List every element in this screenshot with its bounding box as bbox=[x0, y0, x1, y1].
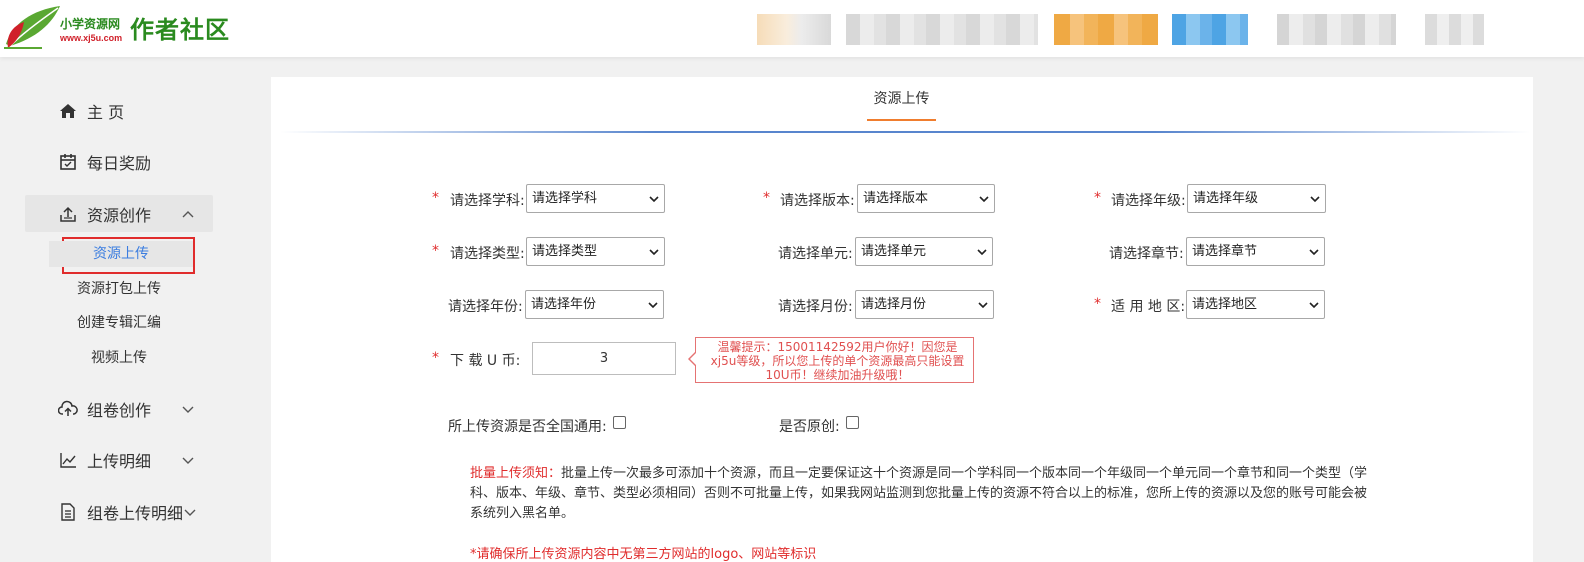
month-select-value: 请选择月份 bbox=[861, 297, 927, 312]
cloud-upload-icon bbox=[58, 399, 78, 419]
required-mark: * bbox=[1094, 296, 1101, 312]
chevron-down-icon bbox=[977, 249, 987, 256]
chevron-down-icon bbox=[979, 196, 989, 203]
chevron-down-icon bbox=[184, 509, 196, 516]
sidebar-subitem-create-album[interactable]: 创建专辑汇编 bbox=[0, 310, 238, 336]
home-icon bbox=[58, 101, 78, 121]
blurred-header-item[interactable] bbox=[1277, 14, 1396, 45]
sidebar-item-label: 组卷上传明细 bbox=[87, 504, 184, 523]
required-mark: * bbox=[432, 350, 439, 366]
tab-divider bbox=[280, 131, 1530, 133]
region-select-value: 请选择地区 bbox=[1192, 297, 1258, 312]
sidebar-subitem-batch-upload[interactable]: 资源打包上传 bbox=[0, 276, 238, 302]
tip-pointer-inner bbox=[690, 352, 697, 366]
logo-warning: *请确保所上传资源内容中无第三方网站的logo、网站等标识 bbox=[470, 547, 817, 562]
type-select[interactable]: 请选择类型 bbox=[526, 237, 665, 266]
version-select-value: 请选择版本 bbox=[863, 191, 929, 206]
chapter-select-value: 请选择章节 bbox=[1192, 244, 1258, 259]
grade-select-value: 请选择年级 bbox=[1193, 191, 1259, 206]
type-label: 请选择类型: bbox=[450, 246, 525, 262]
unit-select-value: 请选择单元 bbox=[861, 244, 927, 259]
version-label: 请选择版本: bbox=[780, 193, 855, 209]
national-label: 所上传资源是否全国通用: bbox=[448, 419, 607, 435]
required-mark: * bbox=[432, 243, 439, 259]
region-select[interactable]: 请选择地区 bbox=[1186, 290, 1325, 319]
blurred-header-item[interactable] bbox=[846, 14, 1038, 45]
chevron-down-icon bbox=[182, 406, 194, 413]
month-select[interactable]: 请选择月份 bbox=[855, 290, 994, 319]
chevron-down-icon bbox=[1309, 249, 1319, 256]
blurred-header-item[interactable] bbox=[1172, 14, 1248, 45]
sidebar-item-label: 主 页 bbox=[87, 103, 125, 122]
subject-label: 请选择学科: bbox=[450, 193, 525, 209]
sidebar-item-resource-creation[interactable]: 资源创作 bbox=[0, 195, 238, 233]
logo-url-text: www.xj5u.com bbox=[60, 33, 123, 43]
top-header: 小学资源网 www.xj5u.com 作者社区 bbox=[0, 0, 1584, 57]
sidebar-item-label: 资源创作 bbox=[87, 206, 152, 225]
chevron-down-icon bbox=[1309, 302, 1319, 309]
calendar-icon bbox=[58, 152, 78, 172]
chart-line-icon bbox=[58, 450, 78, 470]
blurred-header-item[interactable] bbox=[1054, 14, 1158, 45]
unit-label: 请选择单元: bbox=[778, 246, 853, 262]
sidebar-subitem-resource-upload[interactable]: 资源上传 bbox=[49, 241, 193, 267]
notice-text: 批量上传一次最多可添加十个资源，而且一定要保证这十个资源是同一个学科同一个版本同… bbox=[470, 466, 1368, 521]
notice-title: 批量上传须知： bbox=[470, 466, 562, 481]
blurred-header-item[interactable] bbox=[757, 14, 831, 45]
chapter-label: 请选择章节: bbox=[1109, 246, 1184, 262]
chevron-down-icon bbox=[649, 196, 659, 203]
logo-small-text: 小学资源网 bbox=[60, 17, 121, 31]
month-label: 请选择月份: bbox=[778, 299, 853, 315]
blurred-header-item[interactable] bbox=[1425, 14, 1484, 45]
subject-select-value: 请选择学科 bbox=[532, 191, 598, 206]
document-list-icon bbox=[58, 502, 78, 522]
type-select-value: 请选择类型 bbox=[532, 244, 598, 259]
upload-icon bbox=[58, 204, 78, 224]
year-label: 请选择年份: bbox=[448, 299, 523, 315]
required-mark: * bbox=[1094, 190, 1101, 206]
sidebar-item-upload-details[interactable]: 上传明细 bbox=[0, 441, 238, 479]
sidebar-item-daily-reward[interactable]: 每日奖励 bbox=[0, 143, 238, 181]
coin-tip: 温馨提示：15001142592用户你好！因您是xj5u等级，所以您上传的单个资… bbox=[695, 337, 974, 383]
leaf-logo-icon bbox=[4, 6, 60, 49]
sidebar-item-paper-creation[interactable]: 组卷创作 bbox=[0, 390, 238, 428]
sidebar-item-label: 每日奖励 bbox=[87, 154, 152, 173]
sidebar-item-label: 上传明细 bbox=[87, 452, 152, 471]
required-mark: * bbox=[763, 190, 770, 206]
sidebar-item-label: 组卷创作 bbox=[87, 401, 152, 420]
sidebar-subitem-video-upload[interactable]: 视频上传 bbox=[0, 345, 238, 371]
batch-upload-notice: 批量上传须知：批量上传一次最多可添加十个资源，而且一定要保证这十个资源是同一个学… bbox=[470, 464, 1370, 524]
year-select[interactable]: 请选择年份 bbox=[525, 290, 664, 319]
unit-select[interactable]: 请选择单元 bbox=[855, 237, 993, 266]
tab-active-indicator bbox=[867, 119, 936, 121]
chevron-down-icon bbox=[649, 249, 659, 256]
coin-label: 下 载 U 币: bbox=[450, 353, 521, 369]
grade-select[interactable]: 请选择年级 bbox=[1187, 184, 1326, 213]
site-logo[interactable]: 小学资源网 www.xj5u.com 作者社区 bbox=[2, 4, 242, 50]
chevron-down-icon bbox=[978, 302, 988, 309]
chapter-select[interactable]: 请选择章节 bbox=[1186, 237, 1325, 266]
original-label: 是否原创: bbox=[779, 419, 840, 435]
logo-title: 作者社区 bbox=[130, 15, 230, 44]
national-checkbox[interactable] bbox=[613, 416, 626, 429]
version-select[interactable]: 请选择版本 bbox=[857, 184, 995, 213]
tab-resource-upload[interactable]: 资源上传 bbox=[867, 80, 936, 120]
coin-input[interactable]: 3 bbox=[532, 342, 676, 375]
sidebar-item-home[interactable]: 主 页 bbox=[0, 92, 238, 130]
chevron-up-icon bbox=[182, 211, 194, 218]
original-checkbox[interactable] bbox=[846, 416, 859, 429]
chevron-down-icon bbox=[648, 302, 658, 309]
grade-label: 请选择年级: bbox=[1111, 193, 1186, 209]
subject-select[interactable]: 请选择学科 bbox=[526, 184, 665, 213]
chevron-down-icon bbox=[1310, 196, 1320, 203]
sidebar-item-paper-upload-details[interactable]: 组卷上传明细 bbox=[0, 493, 238, 531]
required-mark: * bbox=[432, 190, 439, 206]
year-select-value: 请选择年份 bbox=[531, 297, 597, 312]
chevron-down-icon bbox=[182, 457, 194, 464]
region-label: 适 用 地 区: bbox=[1111, 299, 1186, 315]
